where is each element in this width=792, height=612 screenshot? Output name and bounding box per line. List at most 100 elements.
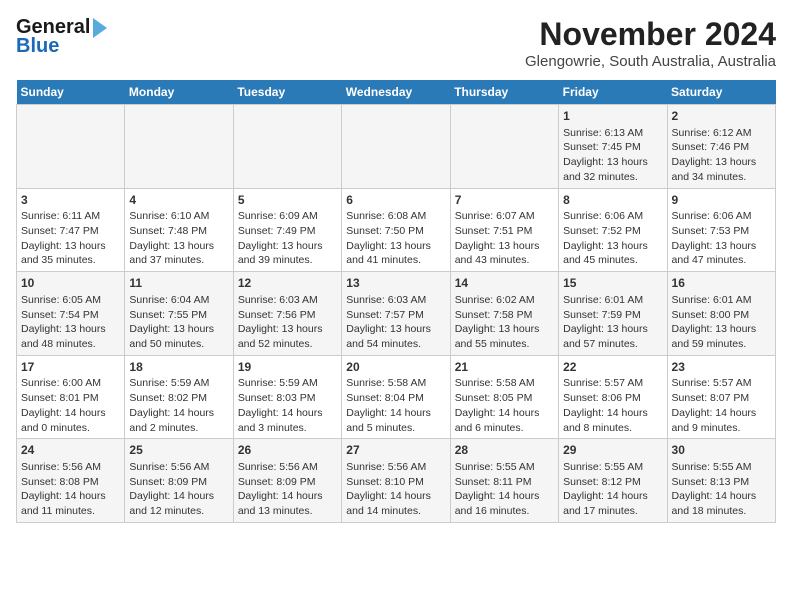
day-info: Sunrise: 5:56 AMSunset: 8:09 PMDaylight:… bbox=[129, 460, 228, 519]
day-info: Sunrise: 6:00 AMSunset: 8:01 PMDaylight:… bbox=[21, 376, 120, 435]
day-info: Sunrise: 6:04 AMSunset: 7:55 PMDaylight:… bbox=[129, 293, 228, 352]
calendar-cell: 19Sunrise: 5:59 AMSunset: 8:03 PMDayligh… bbox=[233, 355, 341, 439]
day-header-wednesday: Wednesday bbox=[342, 80, 450, 105]
day-number: 23 bbox=[672, 359, 771, 376]
calendar-cell: 16Sunrise: 6:01 AMSunset: 8:00 PMDayligh… bbox=[667, 272, 775, 356]
day-number: 15 bbox=[563, 275, 662, 292]
day-number: 7 bbox=[455, 192, 554, 209]
day-number: 21 bbox=[455, 359, 554, 376]
calendar-cell: 17Sunrise: 6:00 AMSunset: 8:01 PMDayligh… bbox=[17, 355, 125, 439]
day-number: 28 bbox=[455, 442, 554, 459]
day-number: 2 bbox=[672, 108, 771, 125]
day-number: 24 bbox=[21, 442, 120, 459]
day-info: Sunrise: 5:58 AMSunset: 8:05 PMDaylight:… bbox=[455, 376, 554, 435]
calendar-cell: 9Sunrise: 6:06 AMSunset: 7:53 PMDaylight… bbox=[667, 188, 775, 272]
day-number: 17 bbox=[21, 359, 120, 376]
calendar-cell: 8Sunrise: 6:06 AMSunset: 7:52 PMDaylight… bbox=[559, 188, 667, 272]
day-number: 19 bbox=[238, 359, 337, 376]
day-number: 6 bbox=[346, 192, 445, 209]
day-number: 25 bbox=[129, 442, 228, 459]
calendar-cell: 11Sunrise: 6:04 AMSunset: 7:55 PMDayligh… bbox=[125, 272, 233, 356]
day-number: 30 bbox=[672, 442, 771, 459]
logo-arrow-icon bbox=[93, 18, 107, 38]
calendar-cell: 13Sunrise: 6:03 AMSunset: 7:57 PMDayligh… bbox=[342, 272, 450, 356]
week-row-2: 3Sunrise: 6:11 AMSunset: 7:47 PMDaylight… bbox=[17, 188, 776, 272]
page-header: General Blue November 2024 Glengowrie, S… bbox=[16, 16, 776, 70]
day-number: 14 bbox=[455, 275, 554, 292]
day-info: Sunrise: 5:55 AMSunset: 8:13 PMDaylight:… bbox=[672, 460, 771, 519]
week-row-4: 17Sunrise: 6:00 AMSunset: 8:01 PMDayligh… bbox=[17, 355, 776, 439]
calendar-cell bbox=[450, 105, 558, 189]
day-number: 10 bbox=[21, 275, 120, 292]
day-info: Sunrise: 5:55 AMSunset: 8:12 PMDaylight:… bbox=[563, 460, 662, 519]
day-header-saturday: Saturday bbox=[667, 80, 775, 105]
day-info: Sunrise: 6:03 AMSunset: 7:56 PMDaylight:… bbox=[238, 293, 337, 352]
day-header-friday: Friday bbox=[559, 80, 667, 105]
day-number: 11 bbox=[129, 275, 228, 292]
calendar-cell: 29Sunrise: 5:55 AMSunset: 8:12 PMDayligh… bbox=[559, 439, 667, 523]
calendar-cell: 7Sunrise: 6:07 AMSunset: 7:51 PMDaylight… bbox=[450, 188, 558, 272]
day-info: Sunrise: 6:13 AMSunset: 7:45 PMDaylight:… bbox=[563, 126, 662, 185]
day-info: Sunrise: 6:06 AMSunset: 7:52 PMDaylight:… bbox=[563, 209, 662, 268]
day-info: Sunrise: 6:01 AMSunset: 8:00 PMDaylight:… bbox=[672, 293, 771, 352]
day-info: Sunrise: 6:11 AMSunset: 7:47 PMDaylight:… bbox=[21, 209, 120, 268]
day-number: 29 bbox=[563, 442, 662, 459]
day-info: Sunrise: 6:06 AMSunset: 7:53 PMDaylight:… bbox=[672, 209, 771, 268]
day-number: 18 bbox=[129, 359, 228, 376]
calendar-cell: 3Sunrise: 6:11 AMSunset: 7:47 PMDaylight… bbox=[17, 188, 125, 272]
day-info: Sunrise: 5:56 AMSunset: 8:09 PMDaylight:… bbox=[238, 460, 337, 519]
day-info: Sunrise: 6:10 AMSunset: 7:48 PMDaylight:… bbox=[129, 209, 228, 268]
day-number: 20 bbox=[346, 359, 445, 376]
day-info: Sunrise: 5:57 AMSunset: 8:07 PMDaylight:… bbox=[672, 376, 771, 435]
calendar-cell bbox=[17, 105, 125, 189]
calendar-cell: 21Sunrise: 5:58 AMSunset: 8:05 PMDayligh… bbox=[450, 355, 558, 439]
calendar-cell: 26Sunrise: 5:56 AMSunset: 8:09 PMDayligh… bbox=[233, 439, 341, 523]
day-number: 8 bbox=[563, 192, 662, 209]
calendar-cell: 14Sunrise: 6:02 AMSunset: 7:58 PMDayligh… bbox=[450, 272, 558, 356]
day-info: Sunrise: 5:56 AMSunset: 8:08 PMDaylight:… bbox=[21, 460, 120, 519]
day-info: Sunrise: 5:56 AMSunset: 8:10 PMDaylight:… bbox=[346, 460, 445, 519]
calendar-cell: 10Sunrise: 6:05 AMSunset: 7:54 PMDayligh… bbox=[17, 272, 125, 356]
day-info: Sunrise: 6:12 AMSunset: 7:46 PMDaylight:… bbox=[672, 126, 771, 185]
day-info: Sunrise: 5:58 AMSunset: 8:04 PMDaylight:… bbox=[346, 376, 445, 435]
calendar-cell bbox=[233, 105, 341, 189]
day-info: Sunrise: 5:59 AMSunset: 8:03 PMDaylight:… bbox=[238, 376, 337, 435]
calendar-cell: 15Sunrise: 6:01 AMSunset: 7:59 PMDayligh… bbox=[559, 272, 667, 356]
week-row-5: 24Sunrise: 5:56 AMSunset: 8:08 PMDayligh… bbox=[17, 439, 776, 523]
day-info: Sunrise: 6:02 AMSunset: 7:58 PMDaylight:… bbox=[455, 293, 554, 352]
calendar-subtitle: Glengowrie, South Australia, Australia bbox=[525, 53, 776, 70]
calendar-title-block: November 2024 Glengowrie, South Australi… bbox=[525, 16, 776, 70]
day-info: Sunrise: 6:03 AMSunset: 7:57 PMDaylight:… bbox=[346, 293, 445, 352]
calendar-cell: 27Sunrise: 5:56 AMSunset: 8:10 PMDayligh… bbox=[342, 439, 450, 523]
day-header-tuesday: Tuesday bbox=[233, 80, 341, 105]
calendar-cell: 22Sunrise: 5:57 AMSunset: 8:06 PMDayligh… bbox=[559, 355, 667, 439]
calendar-title: November 2024 bbox=[525, 16, 776, 53]
day-number: 4 bbox=[129, 192, 228, 209]
calendar-cell: 23Sunrise: 5:57 AMSunset: 8:07 PMDayligh… bbox=[667, 355, 775, 439]
day-info: Sunrise: 5:55 AMSunset: 8:11 PMDaylight:… bbox=[455, 460, 554, 519]
calendar-cell: 1Sunrise: 6:13 AMSunset: 7:45 PMDaylight… bbox=[559, 105, 667, 189]
calendar-cell: 24Sunrise: 5:56 AMSunset: 8:08 PMDayligh… bbox=[17, 439, 125, 523]
calendar-header: SundayMondayTuesdayWednesdayThursdayFrid… bbox=[17, 80, 776, 105]
calendar-table: SundayMondayTuesdayWednesdayThursdayFrid… bbox=[16, 80, 776, 523]
day-header-sunday: Sunday bbox=[17, 80, 125, 105]
logo: General Blue bbox=[16, 16, 107, 58]
day-number: 12 bbox=[238, 275, 337, 292]
day-info: Sunrise: 6:05 AMSunset: 7:54 PMDaylight:… bbox=[21, 293, 120, 352]
day-number: 3 bbox=[21, 192, 120, 209]
day-info: Sunrise: 6:01 AMSunset: 7:59 PMDaylight:… bbox=[563, 293, 662, 352]
day-number: 9 bbox=[672, 192, 771, 209]
day-number: 27 bbox=[346, 442, 445, 459]
day-number: 16 bbox=[672, 275, 771, 292]
day-header-monday: Monday bbox=[125, 80, 233, 105]
day-number: 13 bbox=[346, 275, 445, 292]
day-info: Sunrise: 6:09 AMSunset: 7:49 PMDaylight:… bbox=[238, 209, 337, 268]
day-info: Sunrise: 6:08 AMSunset: 7:50 PMDaylight:… bbox=[346, 209, 445, 268]
day-info: Sunrise: 5:59 AMSunset: 8:02 PMDaylight:… bbox=[129, 376, 228, 435]
day-number: 26 bbox=[238, 442, 337, 459]
calendar-cell: 28Sunrise: 5:55 AMSunset: 8:11 PMDayligh… bbox=[450, 439, 558, 523]
calendar-cell: 4Sunrise: 6:10 AMSunset: 7:48 PMDaylight… bbox=[125, 188, 233, 272]
week-row-1: 1Sunrise: 6:13 AMSunset: 7:45 PMDaylight… bbox=[17, 105, 776, 189]
day-info: Sunrise: 5:57 AMSunset: 8:06 PMDaylight:… bbox=[563, 376, 662, 435]
calendar-cell: 5Sunrise: 6:09 AMSunset: 7:49 PMDaylight… bbox=[233, 188, 341, 272]
